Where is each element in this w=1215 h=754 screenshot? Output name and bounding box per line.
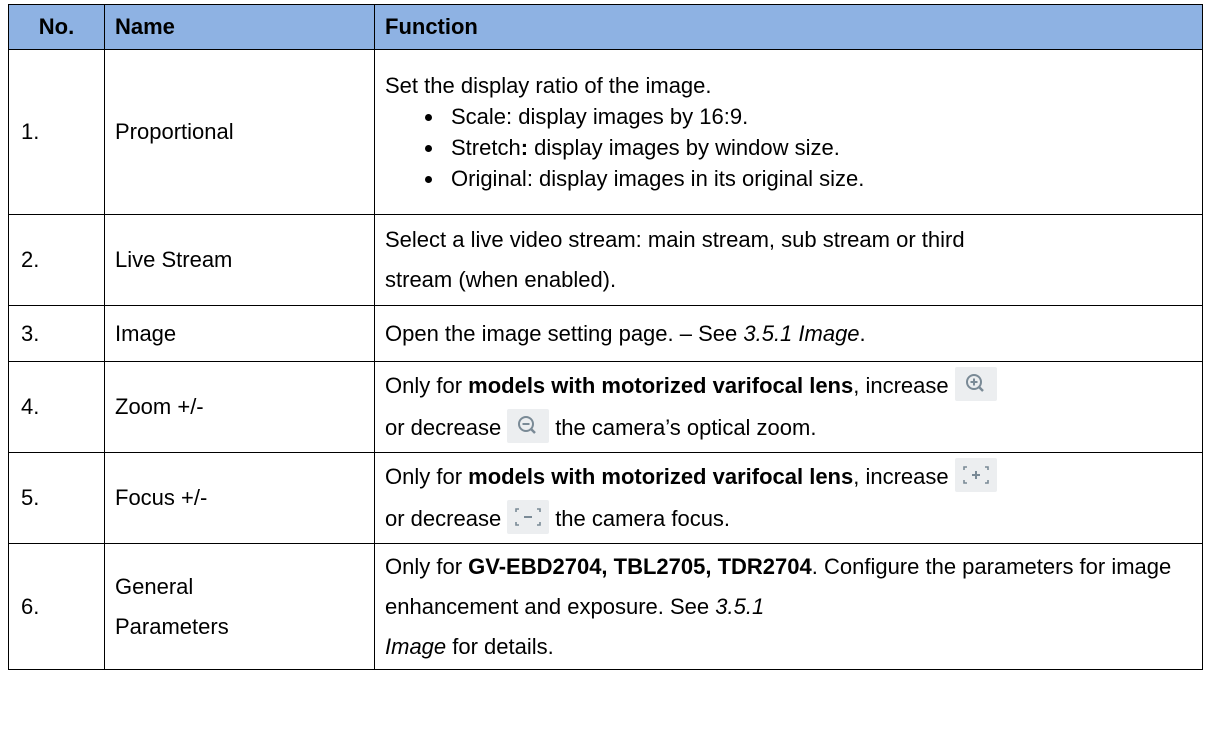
section-reference: 3.5.1 <box>715 593 765 619</box>
table-row: 3. Image Open the image setting page. – … <box>8 305 1203 362</box>
row-name: Zoom +/- <box>104 361 375 453</box>
row-function: Only for GV-EBD2704, TBL2705, TDR2704. C… <box>374 543 1203 670</box>
section-reference: Image <box>385 633 447 659</box>
row-function: Open the image setting page. – See 3.5.1… <box>374 305 1203 362</box>
focus-in-icon <box>954 458 997 492</box>
list-item: Scale: display images by 16:9. <box>445 101 1192 132</box>
zoom-in-icon <box>954 367 997 401</box>
header-name: Name <box>104 4 375 50</box>
section-reference: 3.5.1 Image <box>743 320 860 346</box>
table-row: 6. General Parameters Only for GV-EBD270… <box>8 543 1203 670</box>
row-name: Live Stream <box>104 214 375 306</box>
row-name: Proportional <box>104 49 375 215</box>
option-list: Scale: display images by 16:9. Stretch: … <box>385 101 1192 194</box>
row-number: 1. <box>8 49 105 215</box>
zoom-out-icon <box>507 409 550 443</box>
row-function: Only for models with motorized varifocal… <box>374 452 1203 544</box>
row-function: Set the display ratio of the image. Scal… <box>374 49 1203 215</box>
row-number: 2. <box>8 214 105 306</box>
row-number: 4. <box>8 361 105 453</box>
header-no: No. <box>8 4 105 50</box>
table-row: 5. Focus +/- Only for models with motori… <box>8 452 1203 544</box>
row-name: Image <box>104 305 375 362</box>
row-number: 3. <box>8 305 105 362</box>
row-function: Select a live video stream: main stream,… <box>374 214 1203 306</box>
function-intro: Set the display ratio of the image. <box>385 73 712 98</box>
row-number: 6. <box>8 543 105 670</box>
list-item: Stretch: display images by window size. <box>445 132 1192 163</box>
row-function: Only for models with motorized varifocal… <box>374 361 1203 453</box>
table-row: 4. Zoom +/- Only for models with motoriz… <box>8 361 1203 453</box>
row-number: 5. <box>8 452 105 544</box>
list-item: Original: display images in its original… <box>445 163 1192 194</box>
table-row: 2. Live Stream Select a live video strea… <box>8 214 1203 306</box>
table-row: 1. Proportional Set the display ratio of… <box>8 49 1203 215</box>
focus-out-icon <box>507 500 550 534</box>
header-function: Function <box>374 4 1203 50</box>
row-name: Focus +/- <box>104 452 375 544</box>
table-header-row: No. Name Function <box>8 4 1203 50</box>
function-table: No. Name Function 1. Proportional Set th… <box>8 4 1203 670</box>
row-name: General Parameters <box>104 543 375 670</box>
